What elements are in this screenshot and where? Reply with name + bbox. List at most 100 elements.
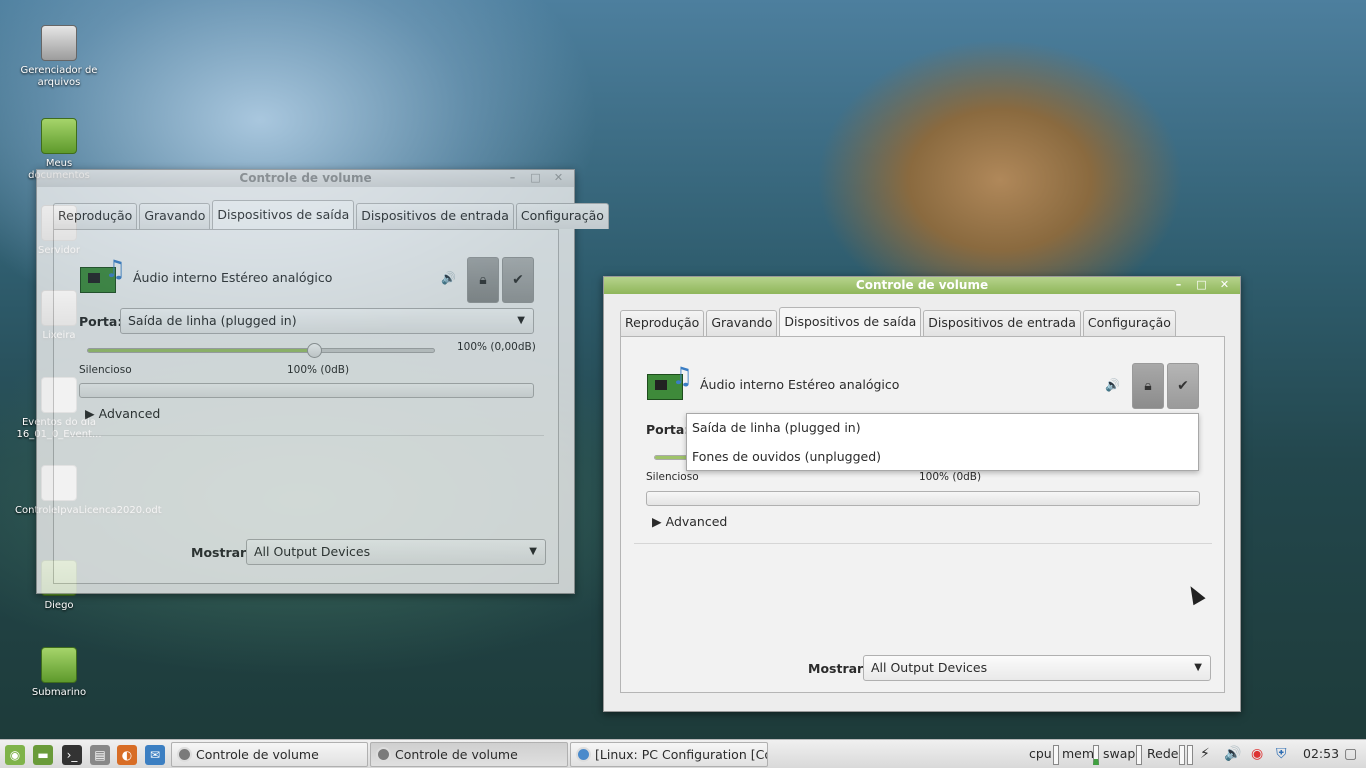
tab-input-devices[interactable]: Dispositivos de entrada	[923, 310, 1081, 336]
show-select[interactable]: All Output Devices ▼	[246, 539, 546, 565]
task-volume-control-2[interactable]: Controle de volume	[370, 742, 568, 767]
volume-slider-fill	[88, 349, 313, 352]
desktop-icon-submarino[interactable]: Submarino	[15, 647, 103, 699]
tab-panel: ♫ Áudio interno Estéreo analógico 🔊 🔒︎ ✔…	[620, 336, 1225, 693]
tab-configuration[interactable]: Configuração	[1082, 310, 1176, 336]
thunderbird-icon[interactable]: ✉	[145, 745, 165, 765]
volume-control-window-back[interactable]: Controle de volume – □ ✕ Reprodução Grav…	[36, 169, 609, 594]
volume-slider[interactable]	[87, 348, 435, 353]
taskbar: ◉ ▬ ›_ ▤ ◐ ✉ Controle de volume Controle…	[0, 739, 1366, 768]
speaker-icon: 🔊	[1105, 378, 1120, 392]
separator	[634, 543, 1212, 544]
terminal-icon[interactable]: ›_	[62, 745, 82, 765]
mem-label: mem	[1062, 746, 1095, 761]
desktop-icon-label: Submarino	[31, 687, 87, 698]
mark-silent: Silencioso	[79, 364, 132, 376]
advanced-expander[interactable]: ▶ Advanced	[652, 514, 727, 529]
default-device-toggle[interactable]: ✔	[502, 257, 534, 303]
show-select[interactable]: All Output Devices ▼	[863, 655, 1211, 681]
port-label: Porta:	[646, 422, 690, 437]
mark-silent: Silencioso	[646, 471, 699, 483]
tab-bar: Reprodução Gravando Dispositivos de saíd…	[620, 307, 1176, 336]
antivirus-icon[interactable]: ◉	[1251, 746, 1263, 763]
shield-icon[interactable]: ⛨	[1276, 746, 1287, 763]
show-desktop-icon[interactable]: ▬	[33, 745, 53, 765]
show-select-value: All Output Devices	[254, 544, 371, 559]
chevron-down-icon: ▼	[529, 546, 537, 557]
port-select-value: Saída de linha (plugged in)	[128, 313, 297, 328]
volume-slider-knob[interactable]	[307, 343, 322, 358]
tab-configuration[interactable]: Configuração	[515, 203, 609, 229]
port-option-line-out[interactable]: Saída de linha (plugged in)	[687, 414, 1198, 443]
minimize-button[interactable]: –	[1169, 277, 1188, 293]
folder-icon	[41, 647, 77, 683]
folder-icon	[41, 118, 77, 154]
tab-output-devices[interactable]: Dispositivos de saída	[779, 307, 922, 336]
mem-graph[interactable]	[1093, 745, 1099, 765]
tab-recording[interactable]: Gravando	[706, 310, 778, 336]
swap-graph[interactable]	[1136, 745, 1142, 765]
tab-playback[interactable]: Reprodução	[620, 310, 705, 336]
tab-bar: Reprodução Gravando Dispositivos de saíd…	[53, 200, 609, 229]
files-icon[interactable]: ▤	[90, 745, 110, 765]
network-label: Rede	[1147, 746, 1179, 761]
show-select-value: All Output Devices	[871, 660, 988, 675]
tab-input-devices[interactable]: Dispositivos de entrada	[356, 203, 514, 229]
chevron-down-icon: ▼	[517, 315, 525, 326]
port-label: Porta:	[79, 314, 123, 329]
clock[interactable]: 02:53	[1303, 746, 1339, 761]
cpu-graph[interactable]	[1053, 745, 1059, 765]
mark-100: 100% (0dB)	[919, 471, 982, 483]
firefox-icon[interactable]: ◐	[117, 745, 137, 765]
show-label: Mostrar:	[808, 661, 869, 676]
volume-icon[interactable]: 🔊	[1224, 746, 1241, 763]
device-name: Áudio interno Estéreo analógico	[700, 377, 900, 392]
task-label: Controle de volume	[196, 747, 319, 762]
volume-app-icon	[177, 747, 192, 762]
advanced-expander[interactable]: ▶ Advanced	[85, 406, 160, 421]
menu-icon[interactable]: ◉	[5, 745, 25, 765]
window-title: Controle de volume	[855, 278, 989, 292]
close-button[interactable]: ✕	[1215, 277, 1234, 293]
port-option-headphones[interactable]: Fones de ouvidos (unplugged)	[687, 443, 1198, 472]
advanced-label: Advanced	[665, 514, 728, 529]
window-titlebar[interactable]: Controle de volume – □ ✕	[37, 170, 574, 187]
desktop-icon-file-manager[interactable]: Gerenciador de arquivos	[15, 25, 103, 89]
sound-card-icon: ♫	[80, 257, 126, 299]
separator	[70, 435, 544, 436]
minimize-button[interactable]: –	[503, 170, 522, 186]
expander-arrow-icon: ▶	[652, 514, 662, 529]
network-graph-tx[interactable]	[1187, 745, 1193, 765]
cpu-label: cpu	[1029, 746, 1052, 761]
port-select[interactable]: Saída de linha (plugged in) ▼	[120, 308, 534, 334]
network-graph-rx[interactable]	[1179, 745, 1185, 765]
desktop-icon-label: Gerenciador de arquivos	[20, 65, 98, 88]
advanced-label: Advanced	[98, 406, 161, 421]
port-dropdown-menu[interactable]: Saída de linha (plugged in) Fones de ouv…	[686, 413, 1199, 471]
desktop-icon-label: Diego	[44, 600, 74, 611]
sound-card-icon: ♫	[647, 364, 693, 406]
show-label: Mostrar:	[191, 545, 252, 560]
maximize-button[interactable]: □	[1192, 277, 1211, 293]
default-device-toggle[interactable]: ✔	[1167, 363, 1199, 409]
close-button[interactable]: ✕	[549, 170, 568, 186]
lock-channels-toggle[interactable]: 🔒︎	[467, 257, 499, 303]
tab-playback[interactable]: Reprodução	[53, 203, 138, 229]
lock-channels-toggle[interactable]: 🔒︎	[1132, 363, 1164, 409]
task-label: [Linux: PC Configuration [Co...	[595, 747, 768, 762]
tab-panel: ♫ Áudio interno Estéreo analógico 🔊 🔒︎ ✔…	[53, 229, 559, 584]
maximize-button[interactable]: □	[526, 170, 545, 186]
volume-app-icon	[376, 747, 391, 762]
task-virtualbox[interactable]: [Linux: PC Configuration [Co...	[570, 742, 768, 767]
tab-recording[interactable]: Gravando	[139, 203, 211, 229]
device-name: Áudio interno Estéreo analógico	[133, 270, 333, 285]
show-desktop-button[interactable]: ▢	[1344, 746, 1357, 763]
peak-meter	[79, 383, 534, 398]
task-label: Controle de volume	[395, 747, 518, 762]
window-titlebar[interactable]: Controle de volume – □ ✕	[604, 277, 1240, 294]
task-volume-control-1[interactable]: Controle de volume	[171, 742, 368, 767]
volume-control-window-front[interactable]: Controle de volume – □ ✕ Reprodução Grav…	[603, 276, 1241, 712]
tab-output-devices[interactable]: Dispositivos de saída	[212, 200, 355, 229]
network-icon[interactable]: ⚡	[1200, 746, 1210, 763]
virtualbox-icon	[576, 747, 591, 762]
